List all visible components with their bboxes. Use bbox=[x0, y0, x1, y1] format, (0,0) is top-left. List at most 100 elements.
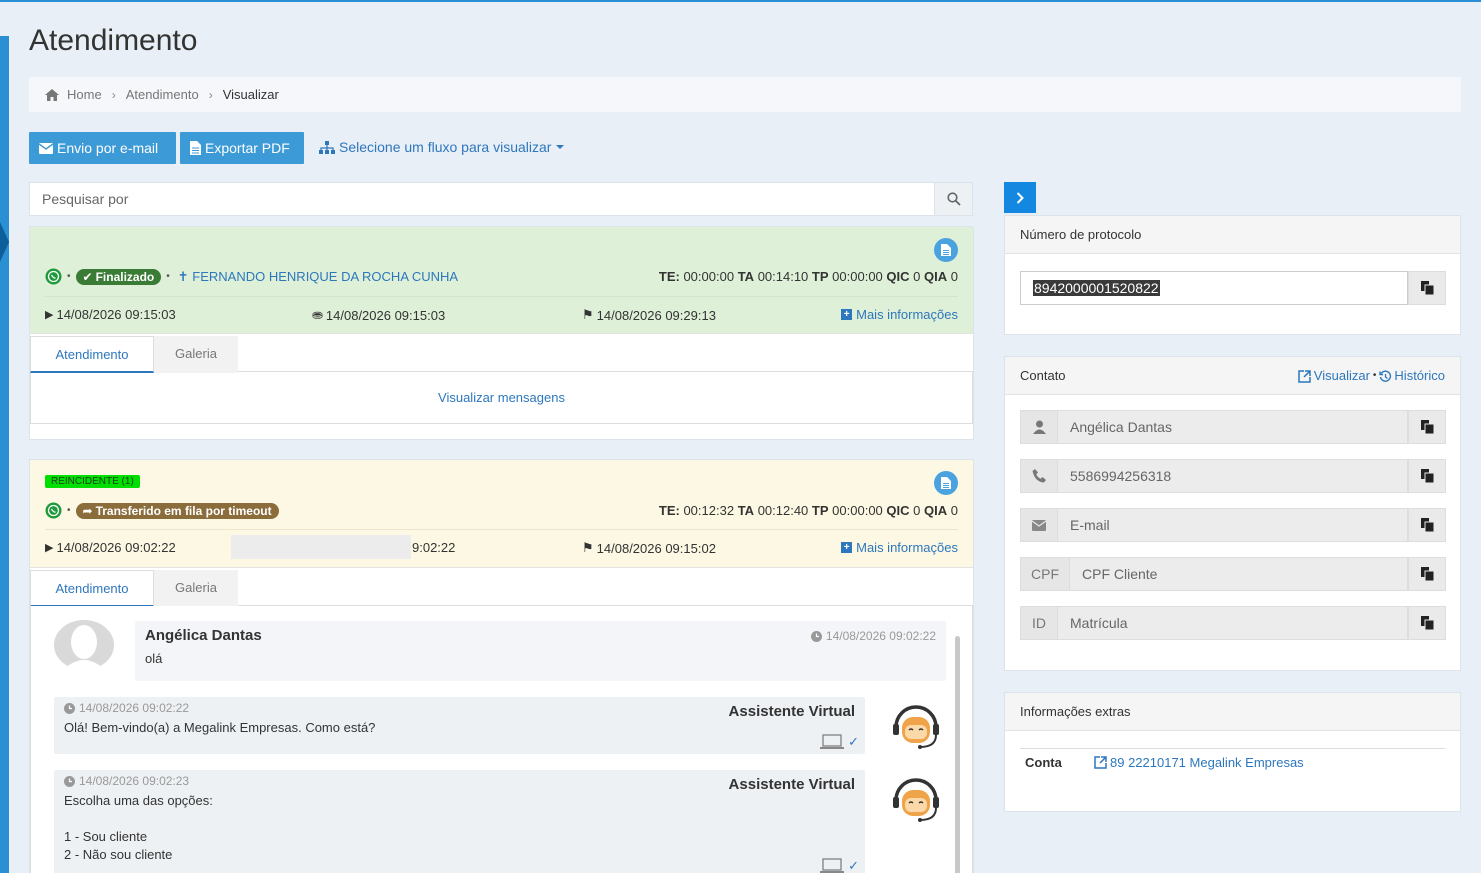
user-avatar bbox=[54, 620, 114, 670]
contact-links: Visualizar • Histórico bbox=[1298, 357, 1445, 395]
tab-atendimento[interactable]: Atendimento bbox=[30, 336, 154, 373]
tab-galeria[interactable]: Galeria bbox=[154, 570, 238, 607]
copy-icon bbox=[1420, 469, 1434, 483]
chevron-right-icon: › bbox=[111, 87, 116, 102]
tab-galeria[interactable]: Galeria bbox=[154, 336, 238, 373]
tab-atendimento[interactable]: Atendimento bbox=[30, 570, 154, 607]
cpf-addon: CPF bbox=[1020, 557, 1070, 591]
clock-icon bbox=[64, 775, 75, 787]
contact-heading-bar: Contato Visualizar • Histórico bbox=[1005, 357, 1460, 395]
qic-value: 0 bbox=[913, 269, 921, 284]
message-status: ✓ bbox=[820, 858, 859, 873]
left-sidebar-collapsed[interactable] bbox=[0, 36, 9, 873]
more-info-label: Mais informações bbox=[856, 540, 958, 555]
first-message-time: 9:02:22 bbox=[412, 540, 455, 555]
flow-selector-dropdown[interactable]: Selecione um fluxo para visualizar bbox=[319, 139, 565, 155]
page-title: Atendimento bbox=[29, 24, 198, 57]
laptop-icon bbox=[820, 858, 845, 873]
document-icon[interactable] bbox=[934, 471, 958, 495]
view-messages-link[interactable]: Visualizar mensagens bbox=[30, 372, 973, 424]
protocol-field: 8942000001520822 bbox=[1020, 271, 1446, 305]
message-outgoing: 14/08/2026 09:02:22 Assistente Virtual O… bbox=[54, 697, 865, 754]
status-badge: ✔ Finalizado bbox=[75, 268, 162, 285]
export-pdf-label: Exportar PDF bbox=[205, 140, 290, 156]
phone-icon bbox=[1020, 459, 1058, 493]
message-time: 14/08/2026 09:02:23 bbox=[64, 774, 189, 788]
contact-cpf-field: CPF CPF Cliente bbox=[1020, 557, 1446, 591]
protocol-value: 8942000001520822 bbox=[1033, 280, 1160, 296]
message-time: 14/08/2026 09:02:22 bbox=[810, 629, 936, 643]
email-button[interactable]: Envio por e-mail bbox=[29, 132, 176, 164]
sidebar-collapse-notch[interactable] bbox=[0, 222, 9, 262]
export-pdf-button[interactable]: Exportar PDF bbox=[180, 132, 304, 164]
bot-avatar bbox=[893, 778, 939, 822]
copy-phone-button[interactable] bbox=[1408, 459, 1446, 493]
tp-label: TP bbox=[811, 269, 829, 284]
contact-history-link[interactable]: Histórico bbox=[1394, 357, 1445, 395]
message-text: Olá! Bem-vindo(a) a Megalink Empresas. C… bbox=[64, 720, 376, 735]
person-icon: ✝ bbox=[177, 268, 189, 284]
contact-name-link[interactable]: ✝ FERNANDO HENRIQUE DA ROCHA CUNHA bbox=[178, 269, 458, 285]
start-time-value: 14/08/2026 09:15:03 bbox=[56, 307, 176, 322]
clock-icon bbox=[810, 630, 822, 642]
breadcrumb-section[interactable]: Atendimento bbox=[126, 87, 199, 102]
file-icon bbox=[190, 141, 201, 155]
copy-protocol-button[interactable] bbox=[1408, 271, 1446, 305]
copy-email-button[interactable] bbox=[1408, 508, 1446, 542]
chat-scrollbar[interactable] bbox=[955, 636, 960, 873]
message-sender: Angélica Dantas bbox=[145, 627, 262, 644]
protocol-panel: Número de protocolo 8942000001520822 bbox=[1004, 215, 1461, 335]
contact-phone-input[interactable]: 5586994256318 bbox=[1058, 459, 1408, 493]
play-icon: ▶ bbox=[45, 542, 54, 554]
qia-label: QIA bbox=[924, 503, 948, 518]
message-sender: Assistente Virtual bbox=[728, 703, 855, 720]
home-icon bbox=[45, 88, 59, 101]
extras-value-link[interactable]: 89 22210171 Megalink Empresas bbox=[1094, 755, 1304, 770]
panel-toggle-button[interactable] bbox=[1004, 182, 1036, 213]
id-addon: ID bbox=[1020, 606, 1058, 640]
envelope-icon bbox=[39, 142, 53, 154]
more-info-link[interactable]: + Mais informações bbox=[841, 307, 958, 322]
check-icon: ✓ bbox=[848, 858, 859, 873]
contact-id-input[interactable]: Matrícula bbox=[1058, 606, 1408, 640]
contact-name-input[interactable]: Angélica Dantas bbox=[1058, 410, 1408, 444]
copy-name-button[interactable] bbox=[1408, 410, 1446, 444]
status-badge-label: Finalizado bbox=[95, 269, 155, 284]
protocol-input[interactable]: 8942000001520822 bbox=[1020, 271, 1408, 305]
copy-icon bbox=[1420, 518, 1434, 532]
search-input[interactable]: Pesquisar por bbox=[30, 183, 934, 215]
extras-heading: Informações extras bbox=[1005, 693, 1460, 731]
contact-view-link[interactable]: Visualizar bbox=[1314, 357, 1370, 395]
attendance-tabs: Atendimento Galeria bbox=[30, 568, 973, 607]
start-time-value: 14/08/2026 09:02:22 bbox=[56, 540, 176, 555]
history-icon bbox=[1379, 369, 1392, 382]
document-icon[interactable] bbox=[934, 238, 958, 262]
end-time: ⚑ 14/08/2026 09:29:13 bbox=[582, 307, 716, 323]
share-icon: ➦ bbox=[82, 503, 93, 518]
envelope-icon bbox=[1020, 508, 1058, 542]
contact-id-field: ID Matrícula bbox=[1020, 606, 1446, 640]
copy-icon bbox=[1420, 420, 1434, 434]
contact-heading: Contato bbox=[1020, 368, 1066, 383]
more-info-link[interactable]: + Mais informações bbox=[841, 540, 958, 555]
external-link-icon bbox=[1094, 756, 1107, 769]
copy-cpf-button[interactable] bbox=[1408, 557, 1446, 591]
breadcrumb-home[interactable]: Home bbox=[67, 87, 102, 102]
breadcrumb-current: Visualizar bbox=[222, 87, 279, 102]
search-icon bbox=[946, 192, 961, 206]
tp-label: TP bbox=[811, 503, 829, 518]
whatsapp-icon bbox=[45, 502, 62, 519]
end-time-value: 14/08/2026 09:29:13 bbox=[596, 307, 716, 323]
check-icon: ✓ bbox=[848, 734, 859, 749]
status-badge-label: Transferido em fila por timeout bbox=[95, 503, 272, 518]
search-button[interactable] bbox=[934, 183, 972, 215]
copy-id-button[interactable] bbox=[1408, 606, 1446, 640]
ta-label: TA bbox=[737, 269, 755, 284]
attendance-card-header: • ✔ Finalizado • ✝ FERNANDO HENRIQUE DA … bbox=[30, 227, 973, 334]
te-value: 00:12:32 bbox=[683, 503, 735, 518]
contact-cpf-input[interactable]: CPF Cliente bbox=[1070, 557, 1408, 591]
attendance-metrics: TE: 00:12:32 TA 00:12:40 TP 00:00:00 QIC… bbox=[659, 503, 958, 518]
message-text: Escolha uma das opções: 1 - Sou cliente … bbox=[64, 793, 213, 862]
attendance-card-2: REINCIDENTE (1) • ➦ Transferido em fila … bbox=[29, 459, 974, 873]
contact-email-input[interactable]: E-mail bbox=[1058, 508, 1408, 542]
